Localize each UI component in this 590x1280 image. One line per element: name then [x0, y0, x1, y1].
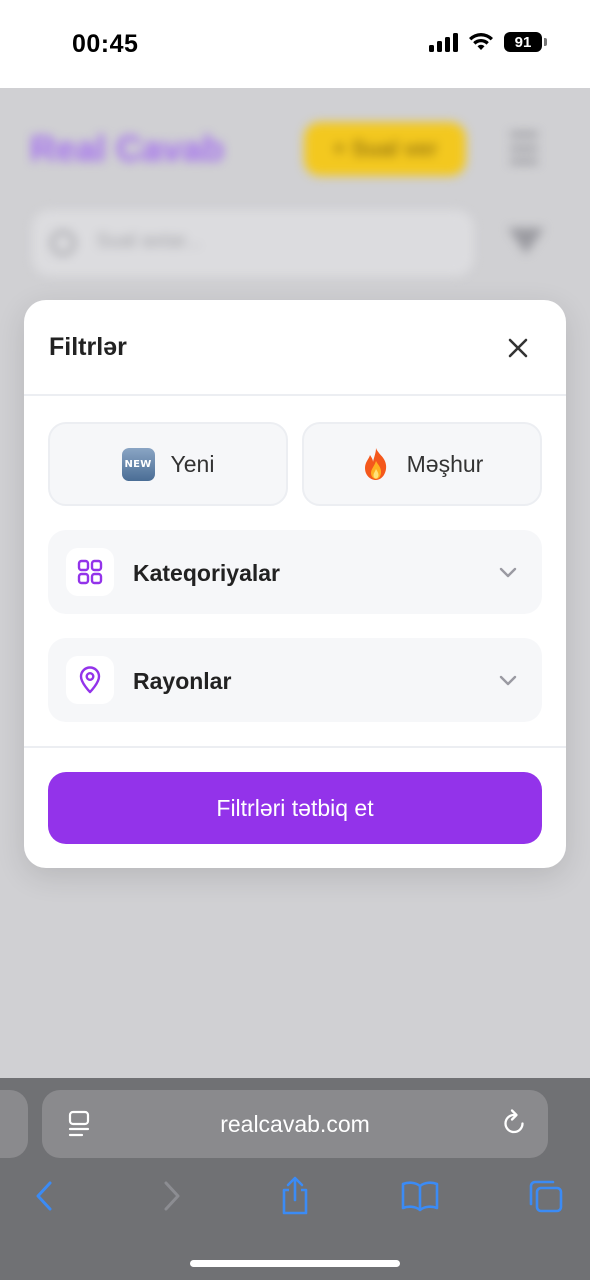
search-placeholder: Sual axtar...: [96, 230, 202, 252]
bookmarks-button[interactable]: [398, 1174, 442, 1218]
book-icon: [401, 1181, 439, 1212]
ask-question-button: + Sual ver: [304, 122, 466, 176]
categories-label: Kateqoriyalar: [133, 560, 281, 586]
tabs-icon: [529, 1180, 563, 1213]
regions-label: Rayonlar: [133, 668, 232, 694]
address-bar[interactable]: realcavab.com: [42, 1090, 548, 1158]
footer-divider: [24, 746, 566, 748]
close-icon: [508, 338, 528, 358]
filter-chip-popular[interactable]: Məşhur: [302, 422, 542, 506]
hamburger-menu-icon: [510, 132, 538, 164]
new-badge-icon: NEW: [121, 447, 155, 481]
chevron-down-icon: [499, 675, 517, 686]
share-button[interactable]: [273, 1174, 317, 1218]
chevron-down-icon: [499, 567, 517, 578]
regions-accordion[interactable]: Rayonlar: [48, 638, 542, 722]
categories-accordion[interactable]: Kateqoriyalar: [48, 530, 542, 614]
home-indicator: [190, 1260, 400, 1267]
location-icon-box: [66, 656, 114, 704]
browser-toolbar: realcavab.com: [0, 1078, 590, 1280]
site-logo: Real Cavab: [30, 128, 225, 169]
battery-icon: 91: [504, 32, 547, 52]
status-icons: 91: [429, 32, 547, 52]
reload-icon[interactable]: [500, 1108, 528, 1138]
chip-label-popular: Məşhur: [406, 450, 484, 477]
modal-header: Filtrlər: [24, 300, 566, 396]
filter-chip-new[interactable]: NEW Yeni: [48, 422, 288, 506]
back-button[interactable]: [22, 1174, 66, 1218]
status-time: 00:45: [72, 30, 139, 58]
cellular-signal-icon: [429, 32, 458, 52]
fire-icon: [364, 448, 386, 480]
chip-label-new: Yeni: [170, 450, 215, 477]
wifi-icon: [469, 33, 493, 50]
tabs-button[interactable]: [523, 1174, 567, 1218]
close-button[interactable]: [498, 328, 538, 368]
grid-icon: [77, 559, 103, 585]
forward-button[interactable]: [150, 1174, 194, 1218]
apply-filters-button[interactable]: Filtrləri tətbiq et: [48, 772, 542, 844]
filter-icon: [508, 228, 544, 254]
filters-modal: Filtrlər NEW Yeni Məşhur Kateqoriyalar R…: [24, 300, 566, 868]
grid-icon-box: [66, 548, 114, 596]
status-bar: 00:45 91: [0, 0, 590, 88]
search-icon: [50, 230, 76, 256]
back-chevron-icon: [36, 1181, 52, 1211]
modal-title: Filtrlər: [49, 333, 127, 361]
url-text: realcavab.com: [220, 1111, 370, 1137]
location-pin-icon: [79, 666, 101, 694]
previous-tab-preview[interactable]: [0, 1090, 28, 1158]
share-icon: [282, 1176, 308, 1215]
forward-chevron-icon: [164, 1181, 180, 1211]
